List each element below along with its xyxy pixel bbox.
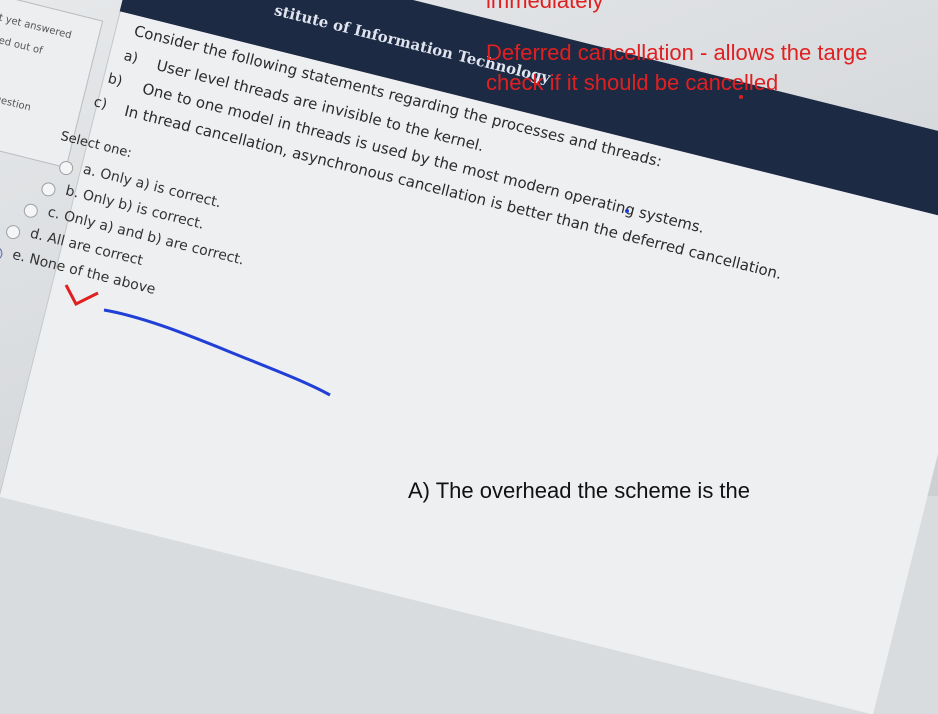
overlay-bottom-text: A) The overhead the scheme is the (408, 478, 751, 503)
blue-dot (625, 209, 629, 213)
annotation-layer (64, 95, 743, 397)
blue-underline (103, 308, 331, 397)
photo-scene: t yet answered ked out of g question sti… (0, 0, 938, 714)
overlay-note-line2: check if it should be cancelled (486, 70, 779, 95)
red-check-mark (64, 284, 99, 306)
overlay-note-line1: Deferred cancellation - allows the targe (486, 40, 868, 65)
overlay-cut-text: immediately (486, 0, 604, 13)
